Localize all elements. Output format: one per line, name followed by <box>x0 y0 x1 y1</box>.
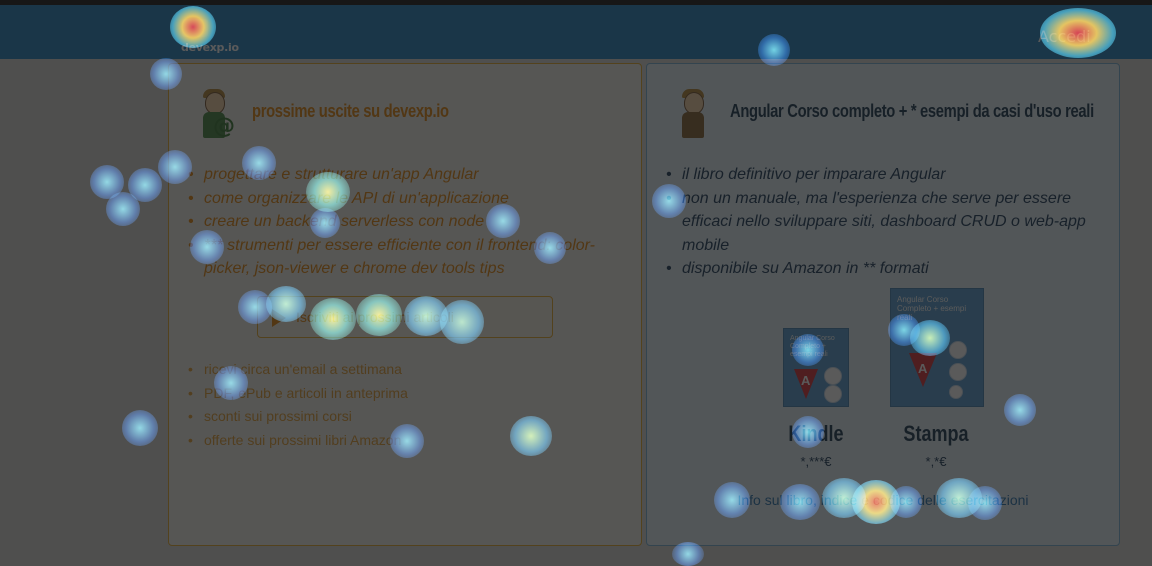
list-item: ricevi circa un'email a settimana <box>188 358 608 382</box>
angular-logo-icon: A <box>794 369 818 399</box>
book-info-link[interactable]: Info sul libro, indice e codice delle es… <box>646 492 1120 508</box>
list-item: PDF, ePub e articoli in anteprima <box>188 382 608 406</box>
book-card <box>646 63 1120 546</box>
author-avatar-icon: @ <box>197 88 235 142</box>
newsletter-title: prossime uscite su devexp.io <box>252 101 449 121</box>
print-format-link[interactable]: Stampa <box>887 421 985 447</box>
newsletter-benefits-list: ricevi circa un'email a settimana PDF, e… <box>188 358 608 452</box>
print-price: *,*€ <box>925 454 947 469</box>
logo-icon[interactable] <box>182 19 208 37</box>
list-item: non un manuale, ma l'esperienza che serv… <box>666 187 1106 258</box>
site-header: devexp.io Accedi <box>0 5 1152 59</box>
list-item: il libro definitivo per imparare Angular <box>666 163 1106 187</box>
subscribe-button[interactable]: Iscriviti ai prossimi articoli <box>257 296 553 338</box>
kindle-format-link[interactable]: Kindle <box>767 421 865 447</box>
list-item: come organizzare le API di un'applicazio… <box>188 187 608 211</box>
list-item: creare un backend serverless con node <box>188 210 608 234</box>
kindle-price: *,***€ <box>800 454 832 469</box>
newsletter-topics-list: progettare e strutturare un'app Angular … <box>188 163 608 281</box>
list-item: *** strumenti per essere efficiente con … <box>188 234 608 281</box>
login-link[interactable]: Accedi <box>1038 27 1091 46</box>
list-item: progettare e strutturare un'app Angular <box>188 163 608 187</box>
print-book-cover[interactable]: Angular Corso Completo + esempi reali A <box>890 288 984 407</box>
list-item: disponibile su Amazon in ** formati <box>666 257 1106 281</box>
book-title: Angular Corso completo + * esempi da cas… <box>730 101 1094 121</box>
play-icon <box>272 309 286 327</box>
site-logo-text[interactable]: devexp.io <box>181 41 239 54</box>
subscribe-button-label: Iscriviti ai prossimi articoli <box>296 309 454 325</box>
kindle-book-cover[interactable]: Angular Corso Completo + esempi reali A <box>783 328 849 407</box>
angular-logo-icon: A <box>909 353 937 387</box>
author-reading-icon <box>676 88 710 142</box>
list-item: offerte sui prossimi libri Amazon <box>188 429 608 453</box>
book-features-list: il libro definitivo per imparare Angular… <box>666 163 1106 281</box>
page: devexp.io Accedi @ prossime uscite su de… <box>0 0 1152 566</box>
list-item: sconti sui prossimi corsi <box>188 405 608 429</box>
